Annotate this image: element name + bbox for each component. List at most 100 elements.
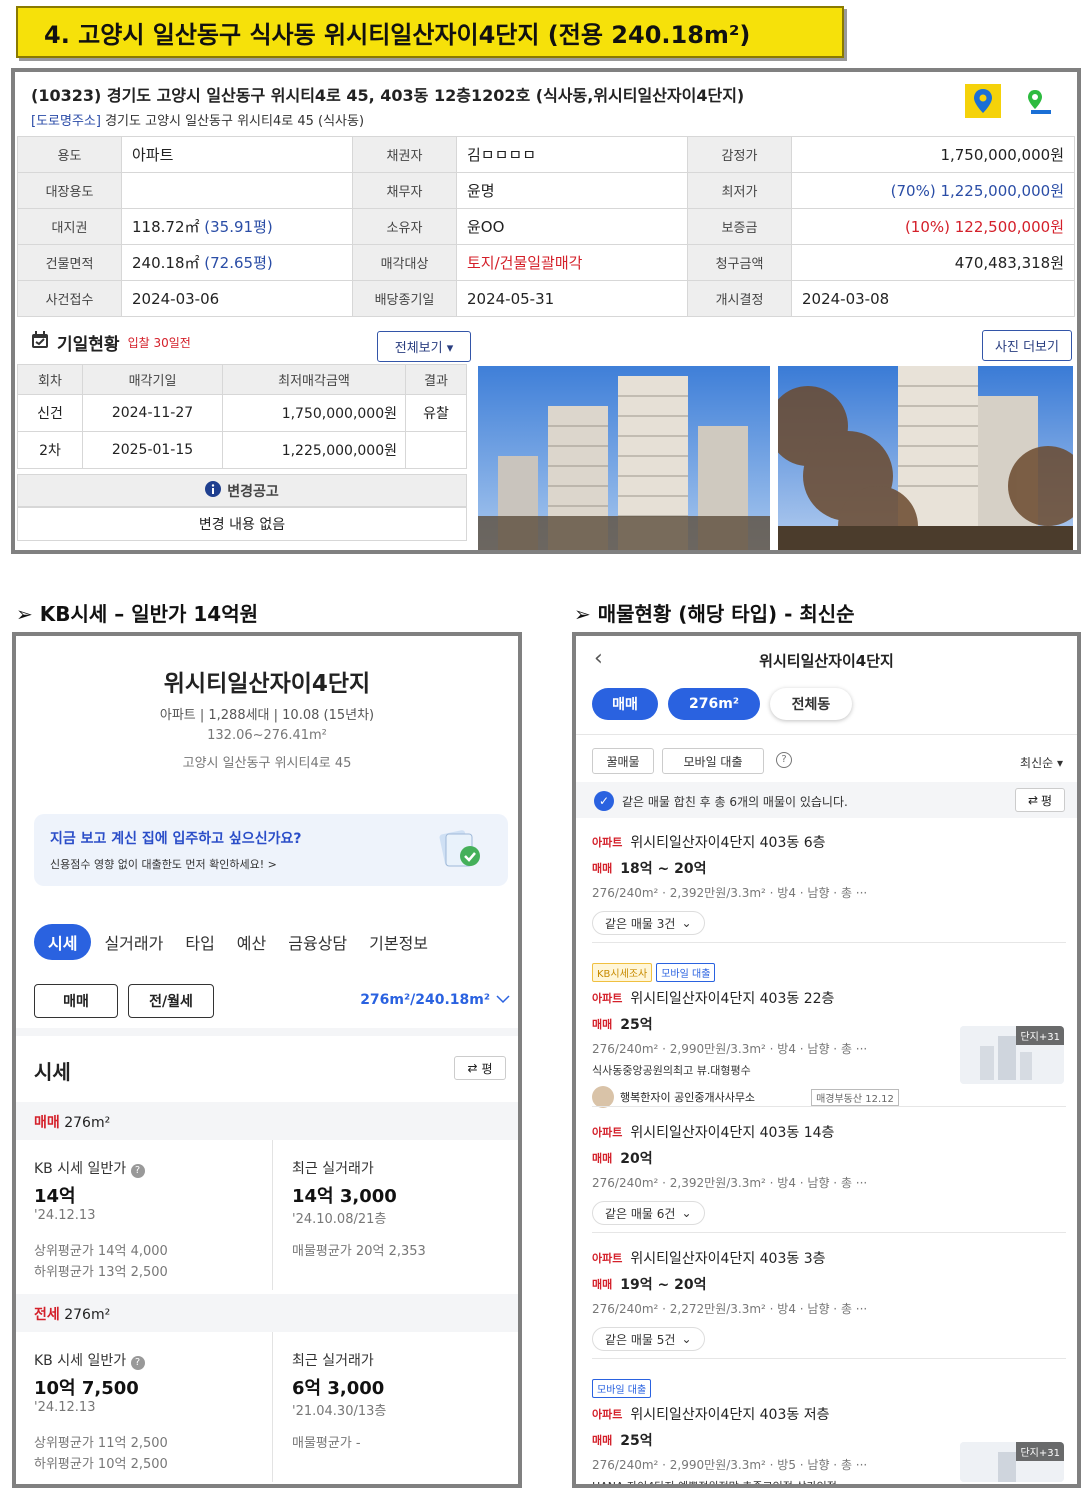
listing-thumbnail[interactable]: 단지+31	[960, 1026, 1064, 1084]
table-header-row: 회차 매각기일 최저매각금액 결과	[17, 364, 467, 395]
chevron-down-icon: ⌄	[681, 1332, 692, 1346]
chip-all-buildings[interactable]: 전체동	[770, 688, 852, 720]
kb-general-value: 10억 7,500	[34, 1378, 139, 1399]
tab-transactions[interactable]: 실거래가	[95, 924, 172, 960]
notice-body: 변경 내용 없음	[17, 507, 467, 541]
listing-item[interactable]: 아파트 위시티일산자이4단지 403동 3층 매매 19억 ~ 20억 276/24…	[592, 1248, 1062, 1351]
info-label: 사건접수	[17, 280, 122, 317]
listing-price: 25억	[620, 1433, 653, 1449]
listing-deal: 매매	[592, 1278, 613, 1291]
cell-result: 유찰	[405, 394, 467, 432]
listing-avg: 매물평균가 -	[292, 1436, 361, 1451]
divider	[592, 1232, 1066, 1233]
schedule-title-text: 기일현황	[57, 335, 120, 355]
agent-name: 행복한자이 공인중개사사무소	[620, 1091, 756, 1104]
section-title: 시세	[34, 1060, 71, 1084]
column-header: 결과	[405, 364, 467, 395]
pyeong-toggle-label: 평	[1041, 793, 1053, 808]
help-icon[interactable]: ?	[130, 1356, 145, 1370]
listing-kind: 아파트	[592, 1252, 623, 1265]
sale-bar-area: 276m²	[64, 1115, 111, 1131]
table-row: 신건 2024-11-27 1,750,000,000원 유찰	[17, 394, 467, 432]
pyeong-toggle[interactable]: ⇄ 평	[1015, 788, 1065, 812]
chip-sale[interactable]: 매매	[592, 688, 658, 720]
upper-avg: 상위평균가 11억 2,500	[34, 1436, 168, 1451]
info-label: 개시결정	[687, 280, 792, 317]
tab-finance[interactable]: 금융상담	[279, 924, 356, 960]
kb-general-label: KB 시세 일반가 ?	[34, 1158, 145, 1178]
view-all-button[interactable]: 전체보기 ▾	[377, 331, 471, 362]
document-check-icon	[434, 828, 484, 876]
listing-name: 위시티일산자이4단지 403동 14층	[630, 1125, 835, 1141]
kb-section-header: ➢ KB시세 – 일반가 14억원	[16, 598, 258, 627]
thumbnail-tag: 단지+31	[1016, 1026, 1064, 1045]
more-photos-button[interactable]: 사진 더보기	[982, 330, 1072, 361]
chip-area[interactable]: 276m²	[668, 688, 760, 720]
listing-title: 위시티일산자이4단지	[759, 652, 894, 670]
column-header: 최저매각금액	[222, 364, 406, 395]
same-listings-label: 같은 매물 3건	[605, 916, 676, 931]
listing-name: 위시티일산자이4단지 403동 3층	[630, 1251, 826, 1267]
info-label: 감정가	[687, 136, 792, 173]
loan-banner[interactable]: 지금 보고 계신 집에 입주하고 싶으신가요? 신용점수 영향 없이 대출한도 …	[34, 814, 508, 886]
info-value: 아파트	[121, 136, 353, 173]
same-listings-button[interactable]: 같은 매물 5건 ⌄	[592, 1327, 705, 1351]
cell-round: 2차	[17, 431, 83, 469]
table-row: 2차 2025-01-15 1,225,000,000원	[17, 431, 467, 469]
listing-thumbnail[interactable]: 단지+31	[960, 1442, 1064, 1482]
jeonse-bar-area: 276m²	[64, 1307, 111, 1323]
listing-price: 19억 ~ 20억	[620, 1277, 707, 1293]
map-pin-icon[interactable]	[965, 84, 1001, 118]
listing-detail: 276/240m² · 2,272만원/3.3m² · 방4 · 남향 · 총 …	[592, 1302, 868, 1316]
merge-notice-bar: ✓ 같은 매물 합친 후 총 6개의 매물이 있습니다. ⇄ 평	[576, 782, 1077, 818]
schedule-table: 회차 매각기일 최저매각금액 결과 신건 2024-11-27 1,750,00…	[17, 364, 467, 469]
info-label: 채무자	[352, 172, 457, 209]
naver-map-icon[interactable]	[1021, 84, 1061, 118]
building-photo-2[interactable]	[778, 366, 1073, 550]
info-label: 건물면적	[17, 244, 122, 281]
listing-name: 위시티일산자이4단지 403동 22층	[630, 991, 835, 1007]
kb-general-value: 14억	[34, 1186, 76, 1207]
filter-honey[interactable]: 꿀매물	[592, 748, 654, 774]
table-row: 용도 아파트 채권자 김ㅁㅁㅁㅁ 감정가 1,750,000,000원	[17, 136, 1075, 173]
rent-button[interactable]: 전/월세	[128, 984, 214, 1018]
page-title: 4. 고양시 일산동구 식사동 위시티일산자이4단지 (전용 240.18m²)	[16, 6, 844, 58]
table-row: 대장용도 채무자 윤명 최저가 (70%) 1,225,000,000원	[17, 172, 1075, 209]
cell-date: 2025-01-15	[82, 431, 223, 469]
tab-price[interactable]: 시세	[34, 924, 92, 960]
area-selector[interactable]: 276m²/240.18m²	[360, 992, 510, 1008]
help-icon[interactable]: ?	[130, 1164, 145, 1178]
cell-result	[405, 431, 467, 469]
area-pyeong: (72.65평)	[204, 254, 273, 272]
tab-basic-info[interactable]: 기본정보	[360, 924, 437, 960]
same-listings-button[interactable]: 같은 매물 6건 ⌄	[592, 1201, 705, 1225]
divider	[592, 942, 1066, 943]
kb-tabs: 시세 실거래가 타입 예산 금융상담 기본정보	[34, 924, 441, 960]
source-badge: 매경부동산 12.12	[811, 1088, 899, 1106]
help-icon[interactable]: ?	[776, 752, 792, 768]
schedule-subtitle: 입찰 30일전	[127, 336, 191, 350]
listing-section-header: ➢ 매물현황 (해당 타입) - 최신순	[574, 598, 855, 627]
address: (10323) 경기도 고양시 일산동구 위시티4로 45, 403동 12층1…	[31, 86, 745, 105]
filter-mobile-loan[interactable]: 모바일 대출	[662, 748, 764, 774]
listing-item[interactable]: 아파트 위시티일산자이4단지 403동 14층 매매 20억 276/240m² ·…	[592, 1122, 1062, 1225]
recent-label: 최근 실거래가	[292, 1353, 374, 1369]
same-listings-button[interactable]: 같은 매물 3건 ⌄	[592, 911, 705, 935]
avatar	[592, 1086, 614, 1108]
tab-type[interactable]: 타입	[176, 924, 223, 960]
banner-title: 지금 보고 계신 집에 입주하고 싶으신가요?	[50, 831, 302, 847]
sale-button[interactable]: 매매	[34, 984, 118, 1018]
info-label: 최저가	[687, 172, 792, 209]
building-photo-1[interactable]	[478, 366, 770, 550]
calendar-icon	[31, 331, 49, 354]
info-value: 윤명	[456, 172, 688, 209]
sale-bar-label: 매매 276m²	[34, 1112, 110, 1132]
sort-dropdown[interactable]: 최신순 ▾	[1020, 754, 1063, 771]
pyeong-toggle[interactable]: ⇄ 평	[454, 1056, 506, 1080]
info-label: 용도	[17, 136, 122, 173]
listing-item[interactable]: 아파트 위시티일산자이4단지 403동 6층 매매 18억 ~ 20억 276/24…	[592, 832, 1062, 935]
tab-budget[interactable]: 예산	[228, 924, 275, 960]
info-label: 매각대상	[352, 244, 457, 281]
divider	[592, 1106, 1066, 1107]
area-pyeong: (35.91평)	[204, 218, 273, 236]
